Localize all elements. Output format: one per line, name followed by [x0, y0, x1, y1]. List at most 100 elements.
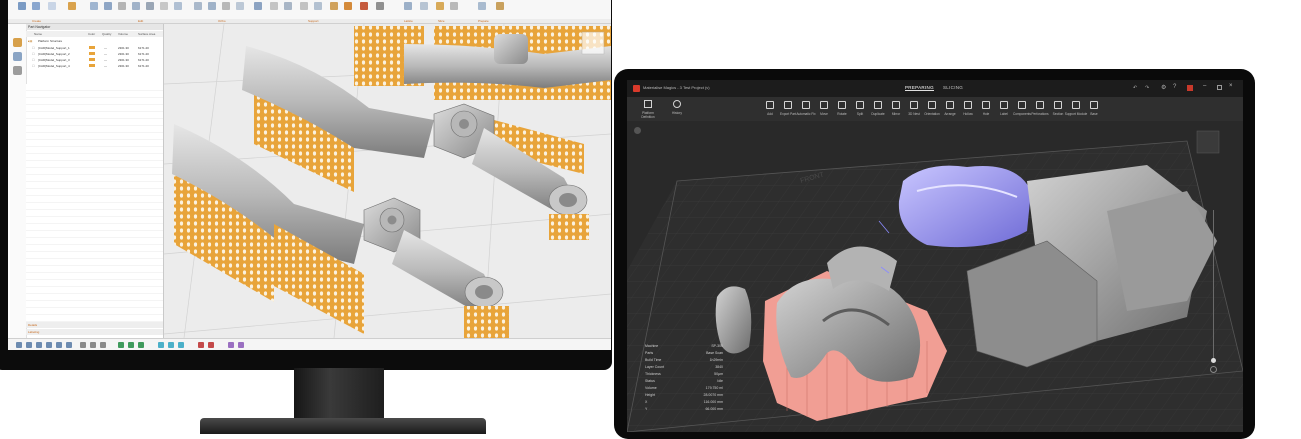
toolbar-orientation-button[interactable]: Orientation — [922, 100, 942, 120]
folder-icon[interactable] — [13, 38, 22, 47]
table-row[interactable]: ☐ [CAD]Model_Support_4 — 2301.30 6171.20 — [26, 63, 163, 69]
tree-root[interactable]: ▸▤ Platform Structure — [26, 38, 163, 44]
rotate-view-icon[interactable] — [100, 342, 106, 348]
layer-slider-handle[interactable] — [1211, 358, 1216, 363]
toolbar-section-button[interactable]: Section — [1048, 100, 1068, 120]
save-icon[interactable] — [48, 2, 56, 10]
import-icon[interactable] — [68, 2, 76, 10]
toolbar-hollow-button[interactable]: Hollow — [958, 100, 978, 120]
view-bottom-icon[interactable] — [46, 342, 52, 348]
toolbar-duplicate-button[interactable]: Duplicate — [868, 100, 888, 120]
checkbox-icon[interactable]: ☐ — [32, 52, 35, 56]
support-generation-icon[interactable] — [404, 2, 412, 10]
toolbar-components-button[interactable]: Components — [1012, 100, 1032, 120]
labeling-section[interactable]: Labeling — [26, 329, 163, 335]
col-volume[interactable]: Volume — [118, 32, 128, 36]
toolbar-fix-button[interactable]: Automatic Fix — [796, 100, 816, 120]
checkbox-icon[interactable]: ☐ — [32, 64, 35, 68]
col-color[interactable]: Color — [88, 32, 95, 36]
col-surface[interactable]: Surface Area — [138, 32, 155, 36]
toolbar-export-button[interactable]: Export Part — [778, 100, 798, 120]
toolbar-perforations-button[interactable]: Perforations — [1030, 100, 1050, 120]
shaded-icon[interactable] — [118, 342, 124, 348]
account-icon[interactable] — [1187, 85, 1193, 91]
select-icon[interactable] — [158, 342, 164, 348]
marker-icon[interactable] — [198, 342, 204, 348]
section-view-icon[interactable] — [238, 342, 244, 348]
pan-icon[interactable] — [90, 342, 96, 348]
toolbar-move-button[interactable]: Move — [814, 100, 834, 120]
toolbar-split-button[interactable]: Split — [850, 100, 870, 120]
view-left-icon[interactable] — [56, 342, 62, 348]
section-icon[interactable] — [254, 2, 262, 10]
open-icon[interactable] — [32, 2, 40, 10]
redo-icon[interactable]: ↷ — [1145, 85, 1149, 91]
view-top-icon[interactable] — [36, 342, 42, 348]
new-icon[interactable] — [18, 2, 26, 10]
toolbar-hole-button[interactable]: Hole — [976, 100, 996, 120]
toolbar-arrange-button[interactable]: Arrange — [940, 100, 960, 120]
marker-icon[interactable] — [314, 2, 322, 10]
toolbar-base-button[interactable]: Base — [1084, 100, 1104, 120]
platform-icon[interactable] — [270, 2, 278, 10]
toolbar-nest-button[interactable]: 3D Nest — [904, 100, 924, 120]
align-icon[interactable] — [146, 2, 154, 10]
triangles-icon[interactable] — [138, 342, 144, 348]
platform-definition-button[interactable]: Platform Definition — [636, 100, 660, 119]
view-front-icon[interactable] — [16, 342, 22, 348]
tab-slicing[interactable]: SLICING — [943, 85, 963, 90]
toolbar-rotate-button[interactable]: Rotate — [832, 100, 852, 120]
texture-icon[interactable] — [376, 2, 384, 10]
boolean-icon[interactable] — [300, 2, 308, 10]
close-icon[interactable]: × — [1229, 83, 1233, 89]
delete-icon[interactable] — [174, 2, 182, 10]
details-section[interactable]: Details — [26, 322, 163, 328]
checkbox-icon[interactable]: ☐ — [32, 58, 35, 62]
view-back-icon[interactable] — [26, 342, 32, 348]
move-icon[interactable] — [13, 52, 22, 61]
help-icon[interactable]: ? — [1173, 84, 1176, 90]
col-name[interactable]: Name — [34, 32, 42, 36]
lasso-icon[interactable] — [168, 342, 174, 348]
lattice-icon[interactable] — [360, 2, 368, 10]
toolbar-mirror-button[interactable]: Mirror — [886, 100, 906, 120]
wireframe-icon[interactable] — [128, 342, 134, 348]
toolbar-support-button[interactable]: Support Module — [1065, 100, 1087, 120]
selection-icon[interactable] — [496, 2, 504, 10]
layer-slider-track[interactable] — [1213, 210, 1214, 360]
support-icon[interactable] — [344, 2, 352, 10]
minimize-icon[interactable]: – — [1203, 83, 1206, 89]
settings-icon[interactable]: ⚙ — [1161, 84, 1166, 91]
zoom-icon[interactable] — [80, 342, 86, 348]
measure-icon[interactable] — [450, 2, 458, 10]
label-icon[interactable] — [330, 2, 338, 10]
rotate-icon[interactable] — [104, 2, 112, 10]
scale-icon[interactable] — [118, 2, 126, 10]
checkbox-icon[interactable]: ☐ — [32, 46, 35, 50]
mirror-icon[interactable] — [132, 2, 140, 10]
support-editing-icon[interactable] — [420, 2, 428, 10]
toolbar-add-button[interactable]: Add — [760, 100, 780, 120]
col-quality[interactable]: Quality — [102, 32, 111, 36]
layer-reset-icon[interactable] — [1210, 366, 1217, 373]
slice-icon[interactable] — [436, 2, 444, 10]
duplicate-icon[interactable] — [160, 2, 168, 10]
deselect-icon[interactable] — [178, 342, 184, 348]
home-icon[interactable] — [634, 127, 641, 134]
toolbar-label-button[interactable]: Label — [994, 100, 1014, 120]
global-offset-icon[interactable] — [284, 2, 292, 10]
3d-viewport[interactable] — [164, 24, 611, 338]
hollow-icon[interactable] — [208, 2, 216, 10]
orientation-icon[interactable] — [222, 2, 230, 10]
move-icon[interactable] — [90, 2, 98, 10]
view-right-icon[interactable] — [66, 342, 72, 348]
wall-thickness-icon[interactable] — [194, 2, 202, 10]
settings-icon[interactable] — [236, 2, 244, 10]
history-button[interactable]: History — [667, 100, 687, 115]
unmark-icon[interactable] — [208, 342, 214, 348]
undo-icon[interactable]: ↶ — [1133, 85, 1137, 91]
measure-icon[interactable] — [228, 342, 234, 348]
tab-preparing[interactable]: PREPARING — [905, 85, 934, 91]
tree-icon[interactable] — [13, 66, 22, 75]
maximize-icon[interactable] — [1217, 85, 1222, 90]
